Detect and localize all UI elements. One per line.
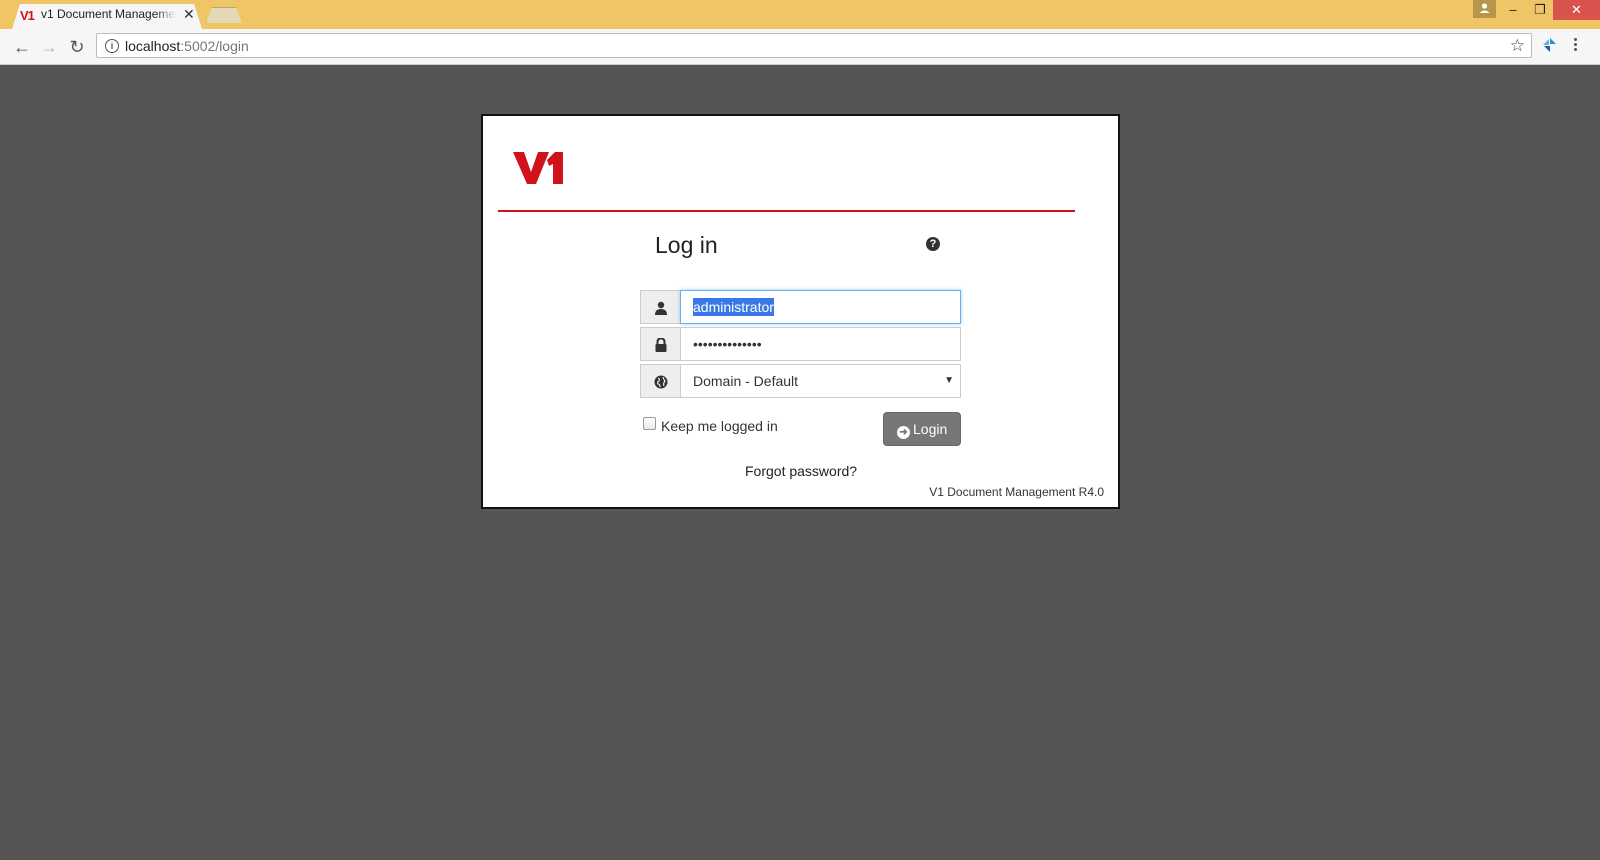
login-button-label: Login	[913, 421, 948, 437]
restore-button[interactable]: ❐	[1527, 0, 1553, 20]
browser-titlebar: V1 v1 Document Management ✕ – ❐ ✕	[0, 0, 1600, 29]
profile-button[interactable]	[1473, 0, 1496, 18]
password-input[interactable]: ••••••••••••••	[680, 327, 961, 361]
url-text[interactable]: localhost:5002/login	[125, 38, 249, 54]
username-input[interactable]: administrator	[680, 290, 961, 324]
close-window-button[interactable]: ✕	[1553, 0, 1600, 20]
back-icon[interactable]: ←	[12, 37, 32, 57]
minimize-button[interactable]: –	[1500, 0, 1526, 20]
login-button[interactable]: ➜ Login	[883, 412, 961, 446]
star-icon[interactable]: ☆	[1510, 36, 1525, 56]
lock-icon	[655, 338, 667, 352]
profile-icon	[1479, 3, 1490, 13]
browser-toolbar: ← → ↻ i localhost:5002/login ☆	[0, 29, 1600, 65]
forgot-password-link[interactable]: Forgot password?	[745, 463, 857, 479]
forward-icon[interactable]: →	[39, 37, 59, 57]
globe-icon	[654, 375, 668, 389]
version-text: V1 Document Management R4.0	[929, 485, 1104, 499]
header-divider	[498, 210, 1075, 212]
username-addon	[640, 290, 680, 324]
user-icon	[655, 301, 667, 315]
circle-arrow-right-icon: ➜	[897, 426, 910, 439]
help-icon[interactable]: ?	[926, 237, 940, 251]
domain-addon	[640, 364, 680, 398]
remember-label[interactable]: Keep me logged in	[661, 418, 778, 434]
info-icon[interactable]: i	[105, 39, 119, 53]
reload-icon[interactable]: ↻	[67, 37, 87, 57]
password-addon	[640, 327, 680, 361]
new-tab-button[interactable]	[206, 7, 242, 23]
password-group: ••••••••••••••	[640, 327, 961, 361]
tab-favicon: V1	[20, 8, 35, 23]
username-group: administrator	[640, 290, 961, 324]
login-card: Log in ? administrator •••••••••••••• Do…	[481, 114, 1120, 509]
address-bar[interactable]: i localhost:5002/login ☆	[96, 33, 1532, 58]
domain-group: Domain - Default ▼	[640, 364, 961, 398]
remember-checkbox[interactable]	[643, 417, 656, 430]
chevron-down-icon: ▼	[944, 375, 954, 386]
tab-title[interactable]: v1 Document Management	[41, 7, 176, 23]
page-title: Log in	[655, 232, 718, 258]
v1-logo	[513, 152, 563, 184]
extension-icon[interactable]	[1541, 36, 1559, 54]
browser-menu-icon[interactable]	[1574, 36, 1580, 53]
domain-select[interactable]: Domain - Default ▼	[680, 364, 961, 398]
tab-close-icon[interactable]: ✕	[183, 6, 195, 22]
